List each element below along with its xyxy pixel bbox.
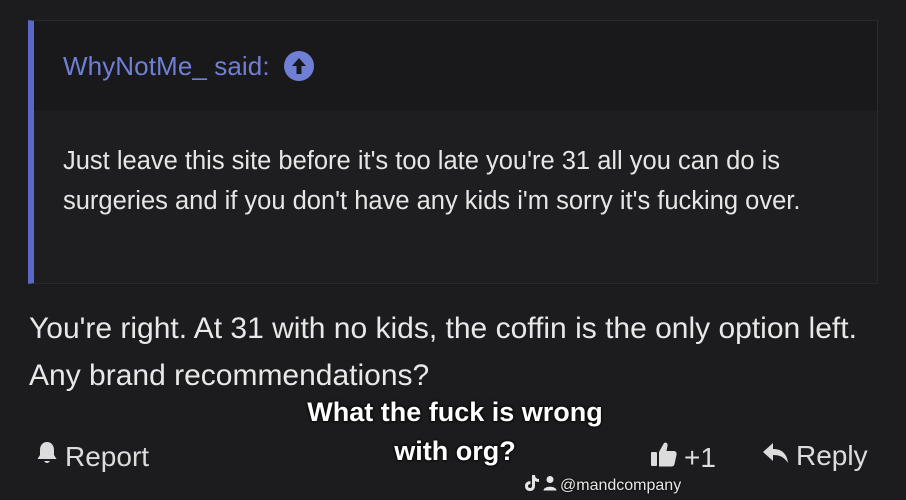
forum-post: WhyNotMe_ said: Just leave this site bef… — [0, 0, 906, 500]
quote-header: WhyNotMe_ said: — [34, 21, 877, 111]
post-body: You're right. At 31 with no kids, the co… — [29, 312, 857, 392]
arrow-up-circle-icon[interactable] — [283, 51, 314, 81]
bell-icon — [35, 440, 65, 473]
video-caption-overlay: What the fuck is wrong with org? — [250, 393, 660, 471]
person-icon — [543, 475, 560, 496]
quote-body: Just leave this site before it's too lat… — [63, 147, 801, 215]
reply-label: Reply — [796, 440, 868, 471]
like-count: +1 — [684, 441, 716, 473]
quote-author-link[interactable]: WhyNotMe_ said: — [63, 51, 270, 82]
reply-button[interactable]: Reply — [762, 440, 868, 472]
like-button[interactable]: +1 — [650, 440, 716, 475]
report-label: Report — [65, 440, 150, 472]
thumbs-up-icon — [650, 440, 684, 475]
quoted-message: WhyNotMe_ said: Just leave this site bef… — [28, 20, 878, 284]
caption-line-2: with org? — [394, 436, 516, 466]
caption-line-1: What the fuck is wrong — [307, 397, 603, 427]
watermark-handle: @mandcompany — [560, 476, 682, 494]
report-button[interactable]: Report — [35, 440, 149, 473]
reply-arrow-icon — [762, 440, 796, 472]
tiktok-watermark: @mandcompany — [524, 474, 681, 497]
tiktok-icon — [524, 474, 543, 497]
